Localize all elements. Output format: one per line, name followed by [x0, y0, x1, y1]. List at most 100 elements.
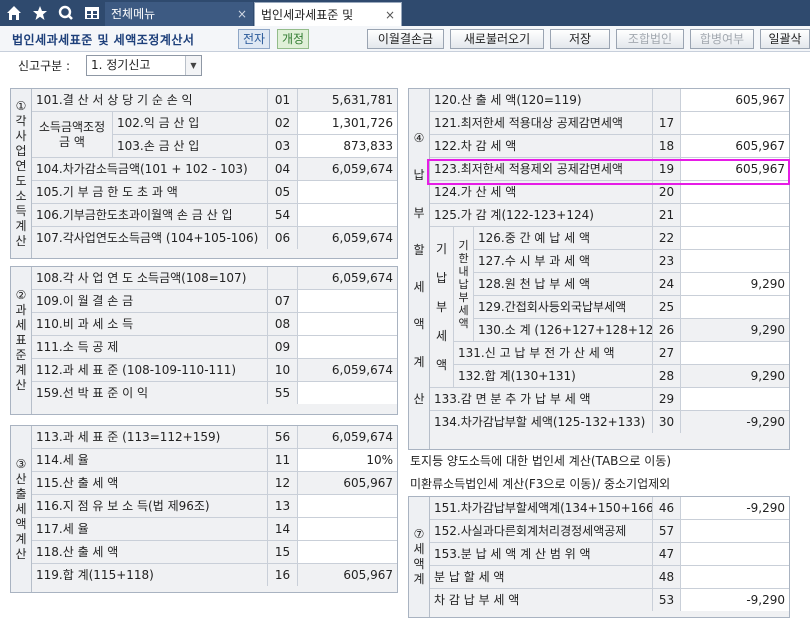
row-value[interactable]: 9,290 — [680, 319, 789, 341]
row-label: 102.익 금 산 입 — [117, 116, 200, 130]
row-value[interactable] — [680, 388, 789, 410]
row-code: 20 — [652, 181, 680, 203]
row-label: 분 납 할 세 액 — [434, 570, 505, 584]
row-code: 08 — [267, 313, 297, 335]
table-row: 152.사실과다른회계처리경정세액공제 57 — [430, 520, 789, 543]
row-value[interactable] — [297, 336, 397, 358]
row-label: 109.이 월 결 손 금 — [36, 294, 134, 308]
row-value[interactable] — [297, 518, 397, 540]
row-value[interactable]: 10% — [297, 449, 397, 471]
row-value[interactable]: 6,059,674 — [297, 267, 397, 289]
save-button[interactable]: 저장 — [550, 29, 610, 49]
delete-all-button[interactable]: 일괄삭 — [760, 29, 810, 49]
row-value[interactable] — [297, 382, 397, 404]
row-value[interactable] — [297, 541, 397, 563]
row-value[interactable]: 1,301,726 — [297, 112, 397, 134]
row-label: 152.사실과다른회계처리경정세액공제 — [434, 524, 627, 538]
section-title-7: ⑦세액계 — [409, 497, 430, 617]
table-row: 104.차가감소득금액(101 + 102 - 103) 04 6,059,67… — [32, 158, 397, 181]
grid-icon[interactable] — [82, 3, 102, 23]
row-code: 28 — [652, 365, 680, 387]
row-value[interactable] — [680, 250, 789, 272]
row-code: 47 — [652, 543, 680, 565]
row-value[interactable] — [297, 290, 397, 312]
row-value[interactable]: 605,967 — [297, 472, 397, 494]
row-value[interactable] — [680, 566, 789, 588]
row-value[interactable] — [297, 204, 397, 226]
row-label: 101.결 산 서 상 당 기 순 손 익 — [36, 93, 193, 107]
form-header: 법인세과세표준 및 세액조정계산서 전자 개정 이월결손금 새로불러오기 저장 … — [0, 26, 810, 52]
row-value[interactable]: 6,059,674 — [297, 227, 397, 249]
row-label: 153.분 납 세 액 계 산 범 위 액 — [434, 547, 591, 561]
row-value[interactable] — [680, 342, 789, 364]
row-value[interactable]: -9,290 — [680, 589, 789, 611]
row-value[interactable] — [680, 204, 789, 226]
tab-tax-form[interactable]: 법인세과세표준 및 × — [254, 2, 402, 26]
page-title: 법인세과세표준 및 세액조정계산서 — [12, 33, 195, 47]
table-row: 118.산 출 세 액 15 — [32, 541, 397, 564]
close-icon[interactable]: × — [385, 3, 395, 27]
carryover-loss-button[interactable]: 이월결손금 — [367, 29, 444, 49]
row-value[interactable] — [680, 227, 789, 249]
row-value[interactable]: -9,290 — [680, 411, 789, 433]
row-value[interactable] — [680, 520, 789, 542]
table-row: 102.익 금 산 입 02 1,301,726 — [113, 112, 397, 135]
row-code: 21 — [652, 204, 680, 226]
row-value[interactable]: 873,833 — [297, 135, 397, 157]
row-value[interactable]: 6,059,674 — [297, 359, 397, 381]
tab-bar: 전체메뉴 × 법인세과세표준 및 × — [0, 0, 810, 26]
row-value[interactable]: 605,967 — [297, 564, 397, 586]
table-row: 121.최저한세 적용대상 공제감면세액 17 — [430, 112, 789, 135]
row-value[interactable]: 9,290 — [680, 365, 789, 387]
row-label: 107.각사업연도소득금액 (104+105-106) — [36, 231, 259, 245]
table-row: 124.가 산 세 액 20 — [430, 181, 789, 204]
row-value[interactable] — [680, 543, 789, 565]
row-code — [267, 267, 297, 289]
search-icon[interactable] — [56, 3, 76, 23]
row-label: 123.최저한세 적용제외 공제감면세액 — [434, 162, 623, 176]
row-value[interactable]: 605,967 — [680, 135, 789, 157]
row-value[interactable]: 9,290 — [680, 273, 789, 295]
union-corp-button[interactable]: 조합법인 — [616, 29, 684, 49]
row-code: 18 — [652, 135, 680, 157]
row-label: 134.차가감납부할 세액(125-132+133) — [434, 415, 646, 429]
row-label: 115.산 출 세 액 — [36, 476, 119, 490]
table-row: 129.간접회사등외국납부세액 25 — [474, 296, 789, 319]
row-value[interactable] — [297, 495, 397, 517]
row-value[interactable]: 6,059,674 — [297, 158, 397, 180]
row-value[interactable] — [680, 181, 789, 203]
row-value[interactable]: 605,967 — [680, 89, 789, 111]
row-value[interactable] — [297, 181, 397, 203]
tab-all-menu[interactable]: 전체메뉴 × — [105, 2, 253, 26]
electronic-badge: 전자 — [238, 29, 271, 49]
row-code: 17 — [652, 112, 680, 134]
report-type-select[interactable]: 1. 정기신고 ▼ — [86, 55, 202, 76]
row-value[interactable] — [680, 296, 789, 318]
row-code: 53 — [652, 589, 680, 611]
reload-button[interactable]: 새로불러오기 — [450, 29, 544, 49]
unreturned-income-tax-link[interactable]: 미환류소득법인세 계산(F3으로 이동)/ 중소기업제외 — [408, 473, 788, 496]
merger-button[interactable]: 합병여부 — [690, 29, 754, 49]
row-code — [652, 89, 680, 111]
star-icon[interactable] — [30, 3, 50, 23]
row-value[interactable]: -9,290 — [680, 497, 789, 519]
row-value[interactable]: 605,967 — [680, 158, 789, 180]
row-code: 55 — [267, 382, 297, 404]
row-code: 19 — [652, 158, 680, 180]
row-value[interactable] — [297, 313, 397, 335]
close-icon[interactable]: × — [237, 2, 247, 26]
row-code: 06 — [267, 227, 297, 249]
row-value[interactable]: 6,059,674 — [297, 426, 397, 448]
row-value[interactable] — [680, 112, 789, 134]
report-type-value: 1. 정기신고 — [91, 58, 151, 72]
land-transfer-tax-link[interactable]: 토지등 양도소득에 대한 법인세 계산(TAB으로 이동) — [408, 450, 788, 473]
row-code: 30 — [652, 411, 680, 433]
home-icon[interactable] — [4, 3, 24, 23]
row-code: 54 — [267, 204, 297, 226]
table-row: 106.기부금한도초과이월액 손 금 산 입 54 — [32, 204, 397, 227]
row-code: 03 — [267, 135, 297, 157]
table-row: 120.산 출 세 액(120=119) 605,967 — [430, 89, 789, 112]
section-title-4: ④납부할세액계산 — [409, 89, 430, 449]
row-label: 108.각 사 업 연 도 소득금액(108=107) — [36, 271, 247, 285]
row-value[interactable]: 5,631,781 — [297, 89, 397, 111]
